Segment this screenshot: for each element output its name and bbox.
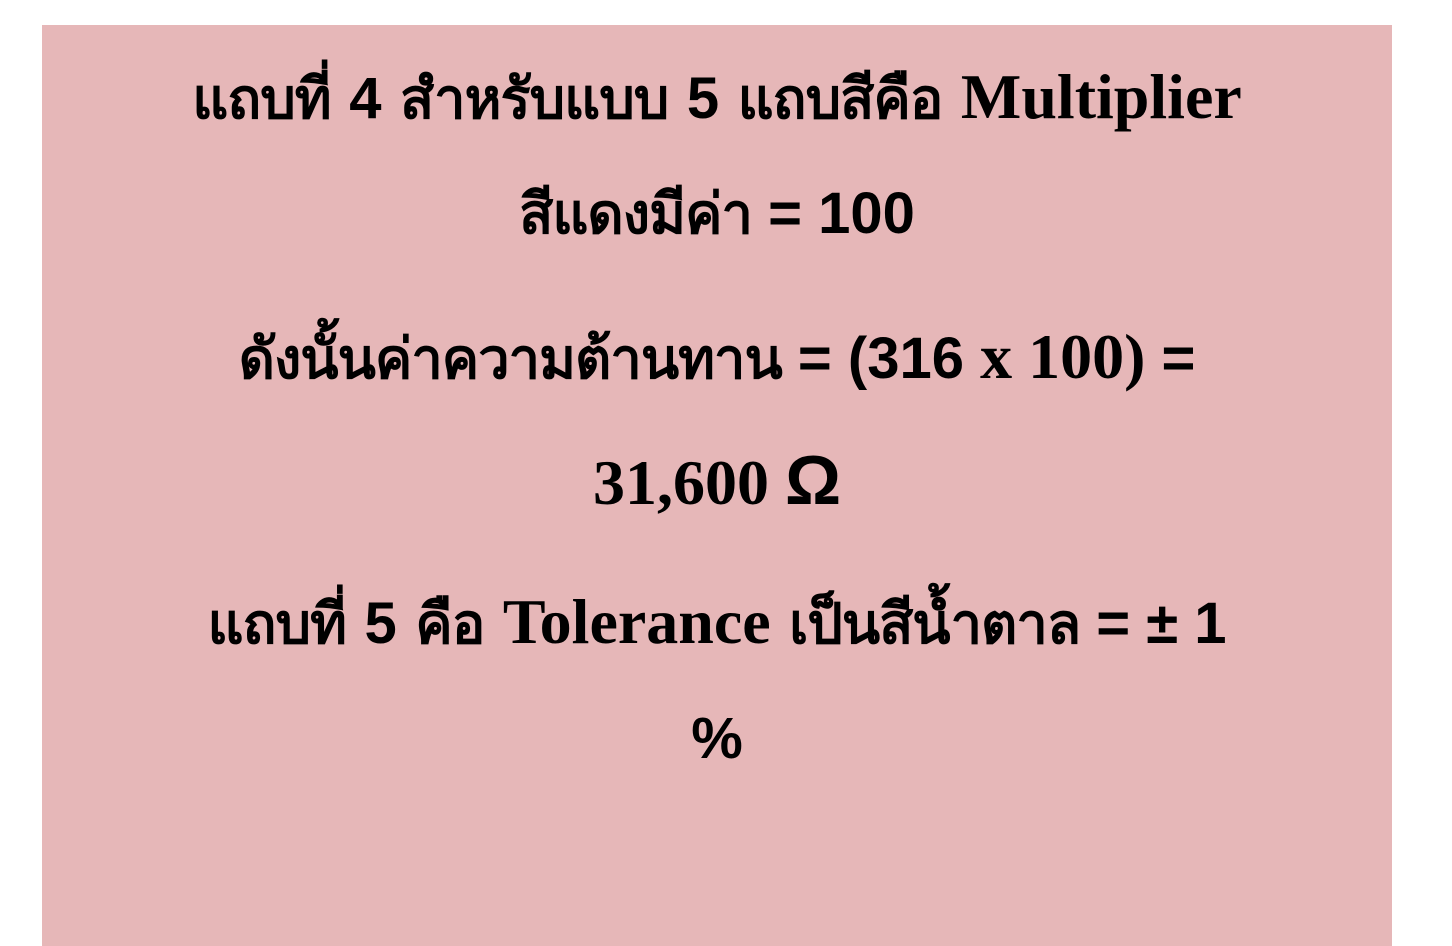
formula-open: = (316 — [781, 326, 981, 391]
is-label: คือ — [396, 592, 503, 657]
red-value: = 100 — [751, 181, 915, 246]
ohm-symbol: Ω — [784, 441, 842, 519]
red-has-value-label: สีแดงมีค่า — [519, 182, 753, 247]
resistance-label: ดังนั้นค่าความต้านทาน — [238, 327, 783, 392]
percent-sign: % — [691, 706, 743, 771]
slide: แถบที่ 4 สำหรับแบบ 5 แถบสีคือ Multiplier… — [42, 25, 1392, 946]
times-sign: x — [980, 321, 1013, 392]
line-band4-title: แถบที่ 4 สำหรับแบบ 5 แถบสีคือ Multiplier — [42, 65, 1392, 129]
for-type-label: สำหรับแบบ — [381, 67, 687, 132]
band-count-number: 5 — [686, 66, 720, 131]
line-band5-tolerance: แถบที่ 5 คือ Tolerance เป็นสีน้ำตาล = ± … — [42, 590, 1392, 654]
line-percent: % — [42, 710, 1392, 768]
formula-multiplier: 100) — [1012, 321, 1146, 392]
band5-label: แถบที่ — [207, 592, 365, 657]
formula-equals: = — [1145, 326, 1196, 391]
tolerance-term: Tolerance — [502, 586, 771, 657]
band5-number: 5 — [364, 591, 397, 656]
resistance-value: 31,600 — [592, 447, 785, 518]
line-resistance-result: 31,600 Ω — [42, 445, 1392, 515]
tolerance-value: = ± 1 — [1080, 591, 1227, 656]
brown-color-label: เป็นสีน้ำตาล — [770, 592, 1081, 657]
band4-label: แถบที่ — [192, 67, 350, 132]
multiplier-term: Multiplier — [960, 61, 1242, 132]
band4-number: 4 — [349, 66, 382, 131]
color-band-is-label: แถบสีคือ — [719, 67, 961, 132]
line-red-value: สีแดงมีค่า = 100 — [42, 185, 1392, 243]
line-resistance-formula: ดังนั้นค่าความต้านทาน = (316 x 100) = — [42, 325, 1392, 389]
